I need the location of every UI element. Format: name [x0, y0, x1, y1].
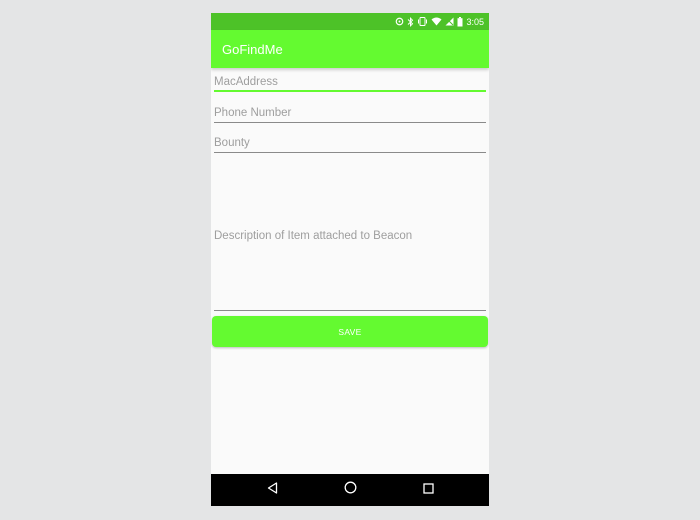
mac-address-field[interactable]: MacAddress	[214, 73, 486, 92]
mac-address-placeholder: MacAddress	[214, 76, 278, 88]
bounty-placeholder: Bounty	[214, 137, 250, 149]
status-bar: 3:05	[211, 13, 489, 30]
app-title: GoFindMe	[222, 41, 283, 57]
mac-address-underline	[214, 90, 486, 92]
back-button[interactable]	[252, 474, 292, 506]
recents-button[interactable]	[408, 474, 448, 506]
phone-screen: 3:05 GoFindMe MacAddress Phone Number Bo…	[211, 13, 489, 506]
home-icon	[344, 481, 357, 499]
save-button[interactable]: SAVE	[212, 316, 488, 347]
description-field[interactable]: Description of Item attached to Beacon	[214, 163, 486, 311]
bounty-underline	[214, 152, 486, 153]
navigation-bar	[211, 474, 489, 506]
phone-number-field[interactable]: Phone Number	[214, 104, 486, 123]
vibrate-icon	[417, 17, 428, 26]
status-time: 3:05	[466, 16, 484, 27]
bluetooth-icon	[407, 16, 414, 27]
phone-number-placeholder: Phone Number	[214, 107, 292, 119]
data-saver-icon	[395, 17, 404, 26]
cell-signal-icon	[445, 17, 454, 26]
description-underline	[214, 310, 486, 311]
back-icon	[267, 481, 278, 499]
bounty-field[interactable]: Bounty	[214, 134, 486, 153]
home-button[interactable]	[330, 474, 370, 506]
app-bar: GoFindMe	[211, 30, 489, 68]
recents-icon	[422, 481, 434, 499]
description-placeholder: Description of Item attached to Beacon	[214, 230, 413, 242]
wifi-icon	[431, 17, 442, 26]
phone-number-underline	[214, 122, 486, 123]
battery-icon	[457, 16, 463, 27]
